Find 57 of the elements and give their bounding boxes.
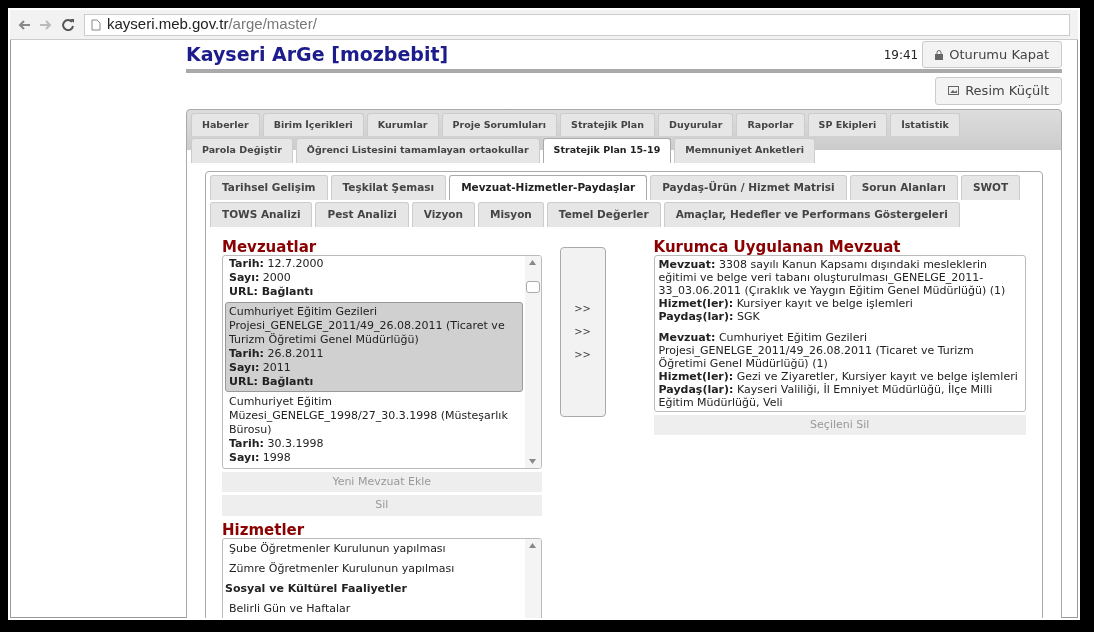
address-bar[interactable]: kayseri.meb.gov.tr/arge/master/: [84, 13, 1070, 36]
applied-legislation-entry[interactable]: Mevzuat: Cumhuriyet Eğitim Gezileri Projesi_GENELGE_2011/49_26.08.2011 (Ticaret ve Turizm Öğretimi Genel Müdürlüğü) (1) Hizmet(ler): Gezi ve Ziyaretler, Kursiyer kayıt ve belge işlemleri Paydaş(lar): Kayseri Valiliği, İl Emniyet Müdürlüğü, İlçe Milli Eğitim Müdürlüğü, Veli: [658, 330, 1021, 409]
sub-tab[interactable]: Tarihsel Gelişim: [210, 175, 328, 200]
site-title: Kayseri ArGe [mozbebit]: [186, 42, 449, 68]
main-tab[interactable]: Proje Sorumluları: [441, 112, 558, 136]
sub-tab[interactable]: Misyon: [478, 201, 544, 227]
main-tab[interactable]: SP Ekipleri: [807, 112, 888, 136]
main-tab[interactable]: Memnuniyet Anketleri: [674, 137, 815, 163]
sub-tab[interactable]: TOWS Analizi: [210, 201, 313, 227]
back-arrow-icon[interactable]: [18, 19, 30, 30]
scroll-up-icon[interactable]: [529, 542, 537, 548]
scroll-thumb[interactable]: [525, 280, 540, 293]
section-heading: Hizmetler: [222, 521, 306, 538]
legislation-item[interactable]: Cumhuriyet Eğitim Gezileri Projesi_GENELGE_2011/49_26.08.2011 (Ticaret ve Turizm Öğretimi Genel Müdürlüğü) Tarih: 26.8.2011 Sayı: 2011 URL: Bağlantı: [225, 301, 523, 392]
section-heading: Kurumca Uygulanan Mevzuat: [653, 238, 902, 255]
sub-tab[interactable]: Vizyon: [411, 201, 475, 227]
move-right-button[interactable]: >>: [574, 301, 591, 316]
sub-tab[interactable]: Sorun Alanları: [849, 175, 958, 200]
service-item[interactable]: Belirli Gün ve Haftalar: [225, 598, 523, 618]
main-tab[interactable]: İstatistik: [890, 112, 960, 136]
main-tab[interactable]: Stratejik Plan: [560, 112, 656, 136]
sub-tab[interactable]: Temel Değerler: [546, 201, 661, 227]
scroll-up-icon[interactable]: [529, 259, 537, 265]
reload-icon[interactable]: [62, 18, 74, 31]
main-tab[interactable]: Haberler: [191, 112, 260, 136]
forward-arrow-icon[interactable]: [40, 19, 52, 30]
service-item[interactable]: Şube Öğretmenler Kurulunun yapılması: [225, 538, 523, 559]
sub-tab[interactable]: Teşkilat Şeması: [330, 175, 447, 200]
section-heading: Mevzuatlar: [222, 238, 318, 255]
move-right-button[interactable]: >>: [574, 347, 591, 362]
sub-tab[interactable]: Pest Analizi: [315, 201, 409, 227]
main-tab[interactable]: Parola Değiştir: [191, 137, 293, 163]
main-tab[interactable]: Duyurular: [658, 112, 734, 136]
sub-tab[interactable]: SWOT: [960, 175, 1021, 200]
sub-tab[interactable]: Amaçlar, Hedefler ve Performans Göstergeleri: [663, 201, 960, 227]
lock-icon: [935, 49, 944, 60]
clock-time: 19:41: [883, 46, 919, 64]
page-icon: [91, 18, 101, 31]
url-path: /arge/master/: [228, 15, 317, 33]
sub-tab[interactable]: Paydaş-Ürün / Hizmet Matrisi: [650, 175, 847, 200]
legislation-item[interactable]: Tarih: 12.7.2000 Sayı: 2000 URL: Bağlantı: [225, 255, 523, 302]
shrink-image-button[interactable]: Resim Küçült: [935, 77, 1062, 105]
legislation-item[interactable]: Cumhuriyet Eğitim Müzesi_GENELGE_1998/27_30.3.1998 (Müsteşarlık Bürosu) Tarih: 30.3.1998 Sayı: 1998: [225, 391, 523, 468]
sub-tab[interactable]: Mevzuat-Hizmetler-Paydaşlar: [449, 175, 648, 200]
main-tab[interactable]: Öğrenci Listesini tamamlayan ortaokullar: [295, 137, 540, 163]
main-tab[interactable]: Birim İçerikleri: [262, 112, 364, 136]
url-host: kayseri.meb.gov.tr: [107, 15, 229, 33]
scroll-down-icon[interactable]: [529, 458, 537, 464]
category-heading: Sosyal ve Kültürel Faaliyetler: [225, 580, 408, 597]
move-right-button[interactable]: >>: [574, 324, 591, 339]
service-item[interactable]: Zümre Öğretmenler Kurulunun yapılması: [225, 558, 523, 579]
image-icon: [948, 86, 960, 96]
logout-button[interactable]: Oturumu Kapat: [922, 40, 1062, 69]
main-tab[interactable]: Kurumlar: [366, 112, 439, 136]
main-tab[interactable]: Stratejik Plan 15-19: [542, 137, 672, 163]
main-tab[interactable]: Raporlar: [736, 112, 805, 136]
applied-legislation-entry[interactable]: Mevzuat: 3308 sayılı Kanun Kapsamı dışındaki mesleklerin eğitimi ve belge veri tabanı oluşturulması_GENELGE_2011-33_03.06.2011 (Çıraklık ve Yaygın Eğitim Genel Müdürlüğü) (1) Hizmet(ler): Kursiyer kayıt ve belge işlemleri Paydaş(lar): SGK: [658, 257, 1021, 323]
